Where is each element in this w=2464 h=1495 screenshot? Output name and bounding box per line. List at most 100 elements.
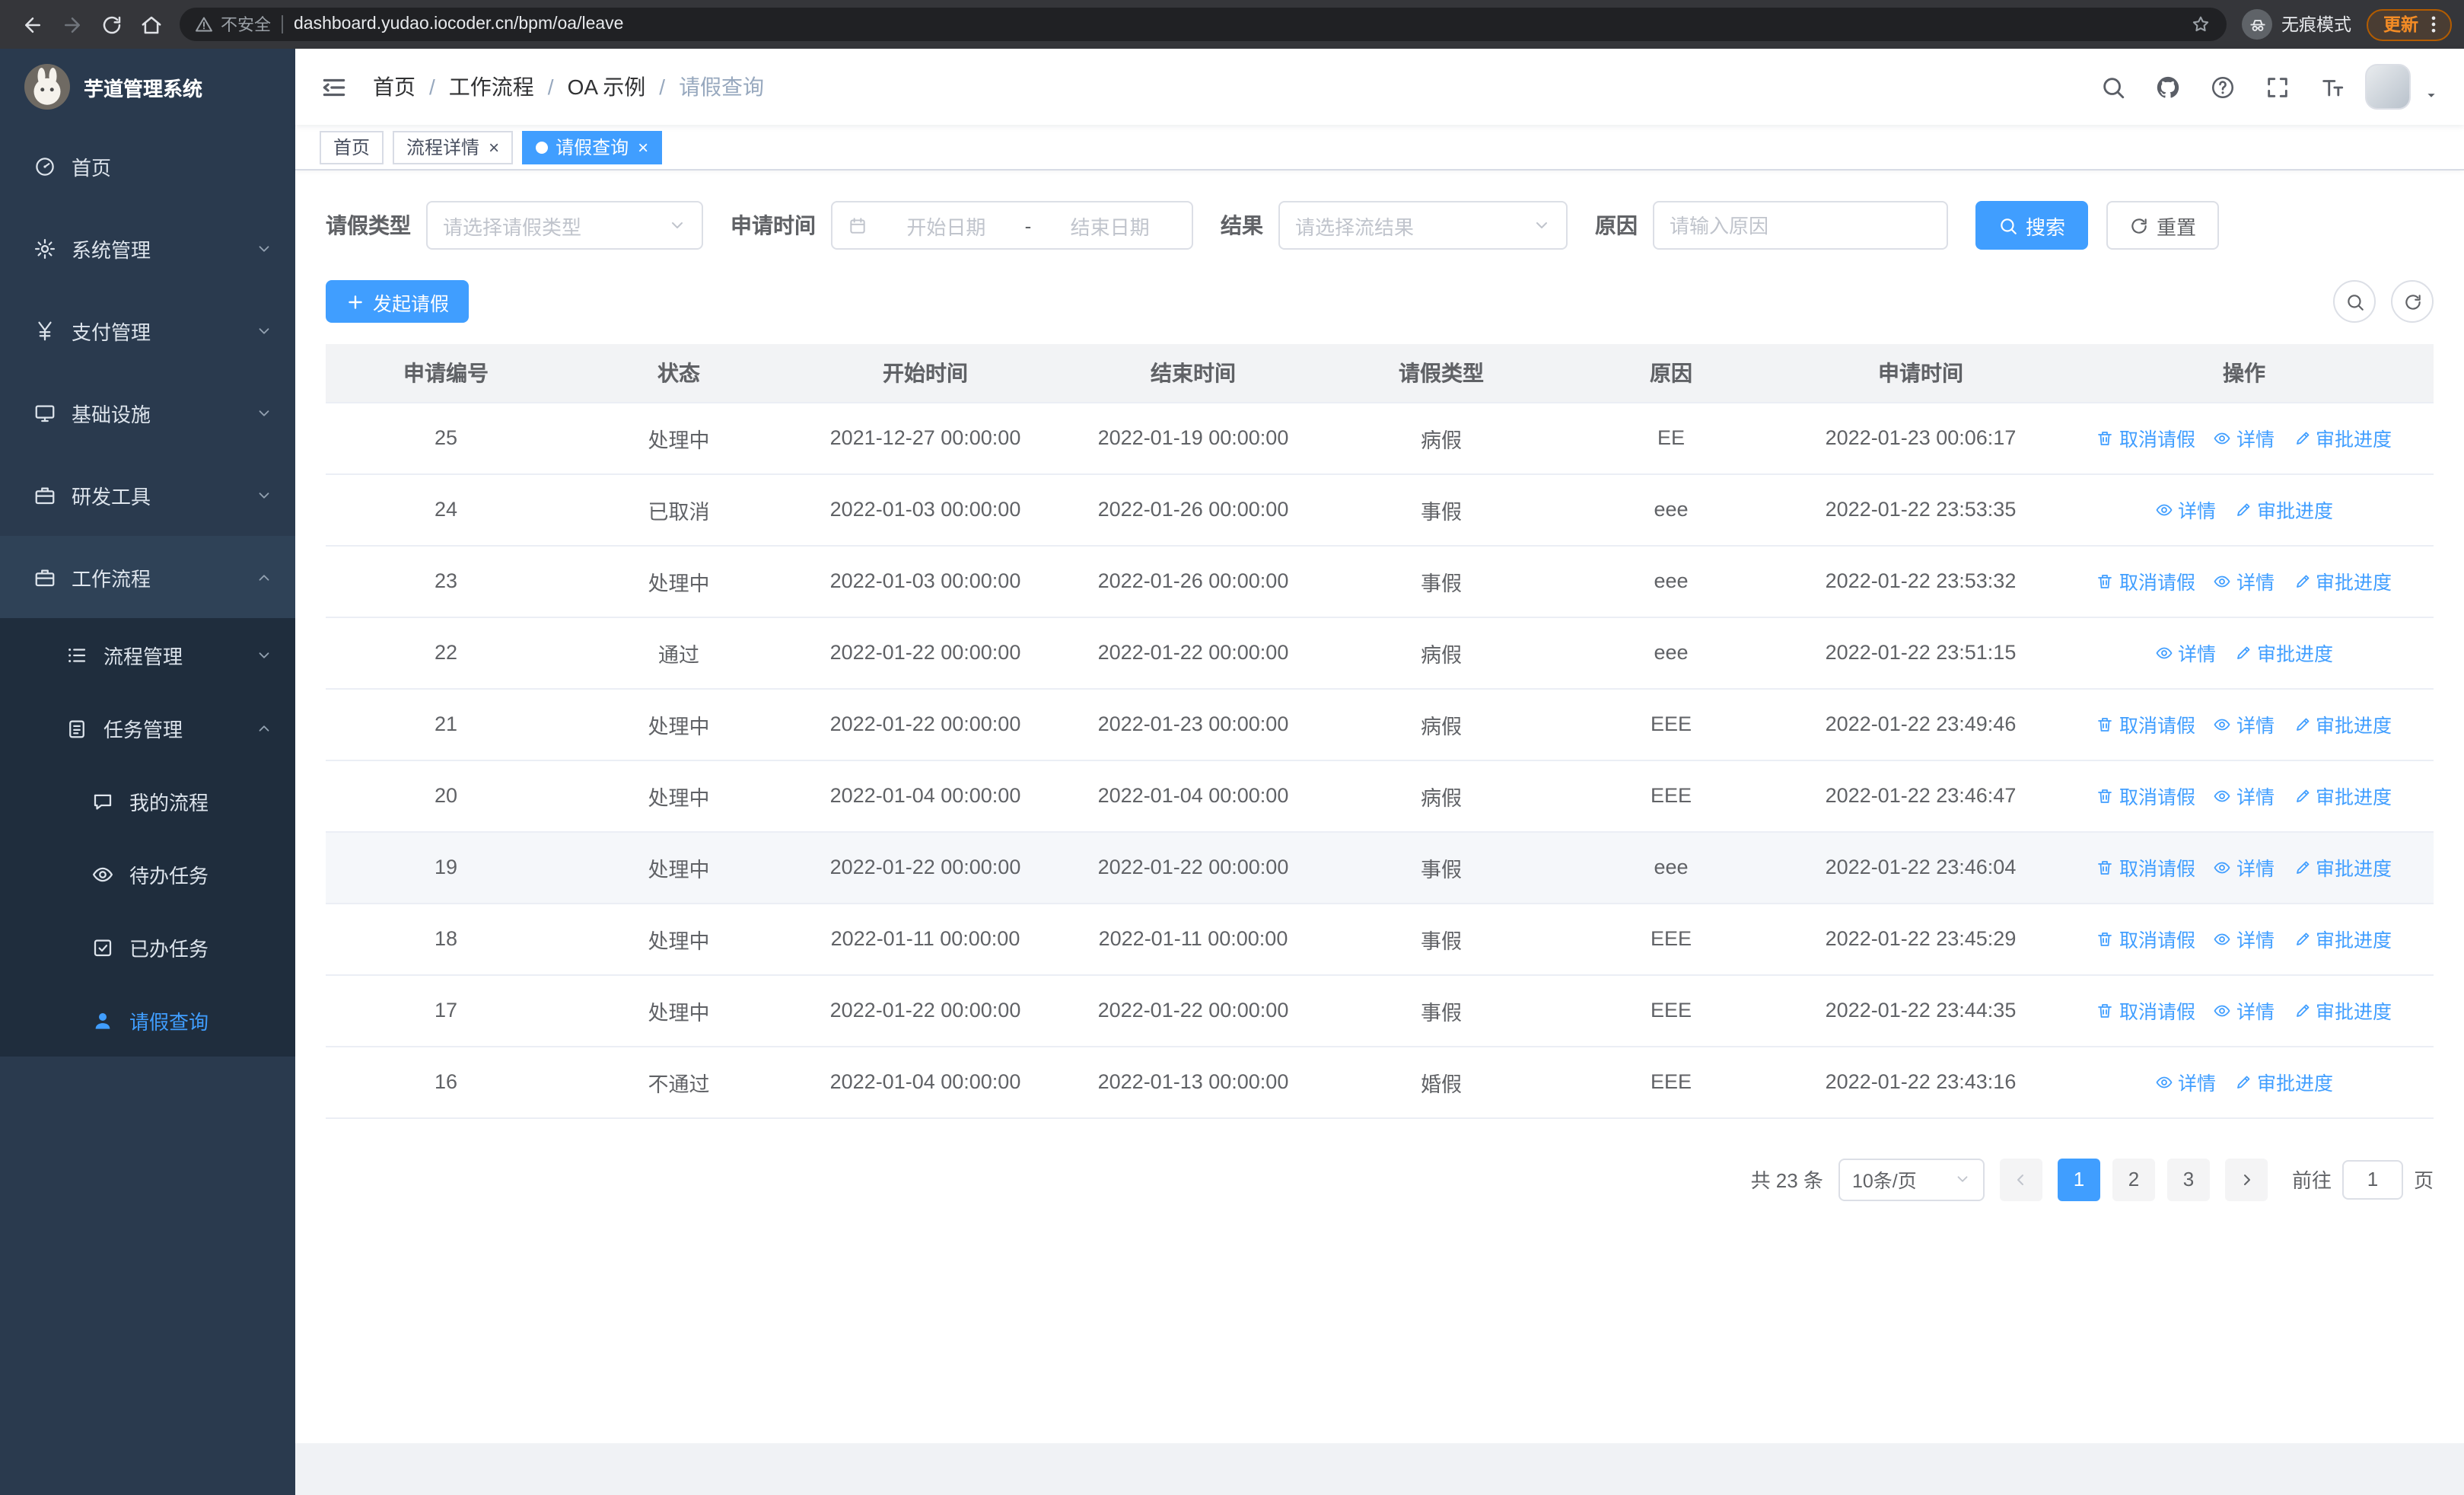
cell-id: 18: [326, 903, 566, 975]
detail-link[interactable]: 详情: [2214, 781, 2275, 810]
detail-link[interactable]: 详情: [2155, 495, 2216, 524]
page-button-1[interactable]: 1: [2057, 1158, 2100, 1200]
search-button[interactable]: 搜索: [1975, 201, 2089, 250]
detail-link[interactable]: 详情: [2155, 1067, 2216, 1096]
sidebar-item-process-mgmt[interactable]: 流程管理: [0, 618, 295, 691]
sidebar-item-done-task[interactable]: 已办任务: [0, 910, 295, 983]
user-avatar[interactable]: [2365, 64, 2411, 110]
fullscreen-icon: [2264, 74, 2290, 100]
bookmark-star-icon[interactable]: [2190, 14, 2211, 35]
cancel-leave-link[interactable]: 取消请假: [2096, 566, 2195, 595]
cell-reason: EE: [1555, 402, 1787, 474]
table-row: 25 处理中 2021-12-27 00:00:00 2022-01-19 00…: [326, 402, 2434, 474]
sidebar-item-task-mgmt[interactable]: 任务管理: [0, 691, 295, 764]
sidebar-item-dev-tools[interactable]: 研发工具: [0, 454, 295, 536]
eye-icon: [2155, 500, 2173, 518]
leave-type-label: 请假类型: [326, 213, 411, 237]
eye-icon: [91, 862, 114, 885]
page-button-3[interactable]: 3: [2166, 1158, 2210, 1200]
progress-link[interactable]: 审批进度: [2293, 709, 2392, 738]
sidebar-item-system-mgmt[interactable]: 系统管理: [0, 207, 295, 289]
font-size-button[interactable]: [2310, 65, 2353, 108]
sidebar-item-leave-query[interactable]: 请假查询: [0, 983, 295, 1057]
browser-home-button[interactable]: [131, 5, 170, 44]
prev-page-button[interactable]: [1999, 1158, 2042, 1200]
browser-reload-button[interactable]: [91, 5, 131, 44]
close-icon[interactable]: ×: [638, 138, 648, 156]
reason-input[interactable]: [1654, 202, 1947, 248]
cancel-leave-link[interactable]: 取消请假: [2096, 709, 2195, 738]
github-link[interactable]: [2146, 65, 2189, 108]
detail-link[interactable]: 详情: [2214, 709, 2275, 738]
url-text: dashboard.yudao.iocoder.cn/bpm/oa/leave: [294, 15, 624, 33]
leave-table: 申请编号 状态 开始时间 结束时间 请假类型 原因 申请时间 操作 25 处理中 2021-1…: [326, 344, 2434, 1118]
reset-button[interactable]: 重置: [2106, 201, 2220, 250]
progress-link[interactable]: 审批进度: [2234, 1067, 2333, 1096]
page-size-select[interactable]: 10条/页: [1838, 1158, 1985, 1200]
sidebar-fold-icon[interactable]: [320, 72, 349, 101]
cancel-leave-link[interactable]: 取消请假: [2096, 996, 2195, 1025]
progress-link[interactable]: 审批进度: [2293, 996, 2392, 1025]
caret-down-icon[interactable]: [2423, 86, 2440, 103]
cell-status: 处理中: [566, 974, 791, 1047]
leave-type-select[interactable]: 请选择请假类型: [426, 201, 703, 250]
page-button-2[interactable]: 2: [2112, 1158, 2155, 1200]
detail-link[interactable]: 详情: [2214, 853, 2275, 881]
result-select[interactable]: 请选择流结果: [1278, 201, 1568, 250]
chevron-left-icon: [2012, 1170, 2030, 1188]
cell-start: 2021-12-27 00:00:00: [791, 402, 1059, 474]
cancel-leave-link[interactable]: 取消请假: [2096, 924, 2195, 953]
fullscreen-button[interactable]: [2255, 65, 2298, 108]
browser-back-button[interactable]: [12, 5, 52, 44]
sidebar-item-todo-task[interactable]: 待办任务: [0, 837, 295, 910]
cancel-leave-link[interactable]: 取消请假: [2096, 423, 2195, 452]
breadcrumb-item[interactable]: OA 示例: [568, 72, 646, 102]
progress-link[interactable]: 审批进度: [2234, 495, 2333, 524]
progress-link[interactable]: 审批进度: [2293, 924, 2392, 953]
close-icon[interactable]: ×: [489, 138, 499, 156]
progress-link[interactable]: 审批进度: [2293, 781, 2392, 810]
eye-icon: [2214, 715, 2232, 733]
tab-2[interactable]: 请假查询 ×: [522, 130, 663, 164]
breadcrumb-item[interactable]: 首页: [373, 72, 415, 102]
cancel-leave-link[interactable]: 取消请假: [2096, 853, 2195, 881]
sidebar-item-home[interactable]: 首页: [0, 125, 295, 207]
detail-link[interactable]: 详情: [2214, 423, 2275, 452]
forward-arrow-icon: [60, 13, 83, 36]
sidebar-item-infrastructure[interactable]: 基础设施: [0, 371, 295, 454]
progress-link[interactable]: 审批进度: [2293, 566, 2392, 595]
detail-link[interactable]: 详情: [2214, 566, 2275, 595]
progress-link[interactable]: 审批进度: [2293, 853, 2392, 881]
next-page-button[interactable]: [2224, 1158, 2268, 1200]
refresh-table-button[interactable]: [2391, 280, 2434, 323]
goto-page-input[interactable]: [2341, 1159, 2403, 1199]
toggle-search-button[interactable]: [2333, 280, 2376, 323]
detail-link[interactable]: 详情: [2155, 638, 2216, 667]
cancel-leave-link[interactable]: 取消请假: [2096, 781, 2195, 810]
sidebar-item-my-process[interactable]: 我的流程: [0, 764, 295, 837]
apply-time-range-picker[interactable]: 开始日期 - 结束日期: [831, 201, 1193, 250]
trash-icon: [2096, 429, 2115, 447]
detail-link[interactable]: 详情: [2214, 996, 2275, 1025]
cell-status: 已取消: [566, 473, 791, 546]
sidebar-item-label: 基础设施: [72, 403, 151, 426]
cell-status: 处理中: [566, 545, 791, 617]
browser-forward-button[interactable]: [52, 5, 91, 44]
cell-reason: eee: [1555, 831, 1787, 904]
progress-link[interactable]: 审批进度: [2234, 638, 2333, 667]
sidebar-item-workflow[interactable]: 工作流程: [0, 536, 295, 618]
sidebar-item-label: 工作流程: [72, 567, 151, 590]
create-leave-button[interactable]: 发起请假: [326, 280, 470, 323]
docs-help-button[interactable]: [2201, 65, 2243, 108]
address-bar[interactable]: 不安全 dashboard.yudao.iocoder.cn/bpm/oa/le…: [180, 8, 2227, 41]
sidebar-item-pay-mgmt[interactable]: 支付管理: [0, 289, 295, 371]
tab-1[interactable]: 流程详情 ×: [393, 130, 514, 164]
detail-link[interactable]: 详情: [2214, 924, 2275, 953]
security-chip[interactable]: 不安全: [195, 12, 271, 37]
breadcrumb-item[interactable]: 工作流程: [449, 72, 534, 102]
header-search-button[interactable]: [2091, 65, 2134, 108]
goto-suffix: 页: [2413, 1169, 2434, 1192]
tab-0[interactable]: 首页: [320, 130, 384, 164]
browser-update-menu-button[interactable]: 更新: [2367, 8, 2452, 40]
progress-link[interactable]: 审批进度: [2293, 423, 2392, 452]
